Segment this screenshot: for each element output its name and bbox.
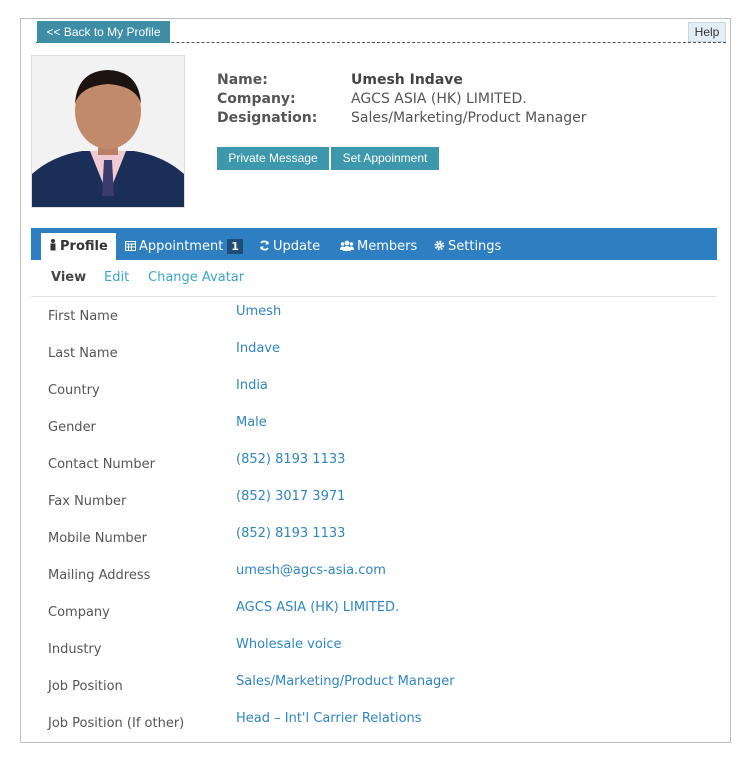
subnav-change-avatar[interactable]: Change Avatar bbox=[148, 270, 244, 285]
field-label: Industry bbox=[48, 642, 102, 657]
company-value: AGCS ASIA (HK) LIMITED. bbox=[351, 91, 527, 107]
field-label: Mailing Address bbox=[48, 568, 151, 583]
person-icon bbox=[50, 239, 56, 251]
field-value[interactable]: Wholesale voice bbox=[236, 637, 342, 652]
back-to-profile-button[interactable]: << Back to My Profile bbox=[37, 21, 170, 43]
field-value[interactable]: umesh@agcs-asia.com bbox=[236, 563, 386, 578]
designation-label: Designation: bbox=[217, 110, 318, 126]
field-label: First Name bbox=[48, 309, 118, 324]
field-value[interactable]: Head – Int'l Carrier Relations bbox=[236, 711, 422, 726]
tab-label: Update bbox=[273, 239, 321, 254]
field-label: Mobile Number bbox=[48, 531, 147, 546]
field-value[interactable]: India bbox=[236, 378, 268, 393]
subnav-view[interactable]: View bbox=[51, 270, 86, 285]
field-value[interactable]: (852) 8193 1133 bbox=[236, 526, 345, 541]
field-value[interactable]: Indave bbox=[236, 341, 280, 356]
appointment-count-badge: 1 bbox=[227, 239, 243, 254]
field-value[interactable]: (852) 3017 3971 bbox=[236, 489, 345, 504]
field-label: Country bbox=[48, 383, 100, 398]
field-label: Last Name bbox=[48, 346, 118, 361]
set-appointment-button[interactable]: Set Appoinment bbox=[331, 147, 439, 170]
field-value[interactable]: Umesh bbox=[236, 304, 281, 319]
name-value: Umesh Indave bbox=[351, 72, 463, 88]
tab-bar: Profile Appointment 1 Update Members Sett… bbox=[31, 228, 717, 260]
users-icon bbox=[340, 240, 354, 251]
tab-members[interactable]: Members bbox=[340, 233, 417, 260]
gear-icon bbox=[434, 240, 445, 251]
field-label: Gender bbox=[48, 420, 96, 435]
divider bbox=[31, 296, 717, 297]
refresh-icon bbox=[260, 240, 269, 251]
calendar-icon bbox=[125, 241, 136, 251]
field-label: Company bbox=[48, 605, 110, 620]
avatar bbox=[31, 55, 185, 208]
field-value[interactable]: (852) 8193 1133 bbox=[236, 452, 345, 467]
tab-label: Settings bbox=[448, 239, 502, 254]
designation-value: Sales/Marketing/Product Manager bbox=[351, 110, 587, 126]
field-label: Job Position (If other) bbox=[48, 716, 185, 731]
tab-profile[interactable]: Profile bbox=[41, 233, 116, 260]
tab-label: Profile bbox=[60, 239, 108, 254]
field-value[interactable]: Male bbox=[236, 415, 267, 430]
subnav-edit[interactable]: Edit bbox=[104, 270, 129, 285]
tab-label: Appointment bbox=[139, 239, 224, 254]
name-label: Name: bbox=[217, 72, 268, 88]
private-message-button[interactable]: Private Message bbox=[217, 147, 329, 170]
field-value[interactable]: Sales/Marketing/Product Manager bbox=[236, 674, 455, 689]
tab-update[interactable]: Update bbox=[259, 233, 320, 260]
tab-settings[interactable]: Settings bbox=[434, 233, 501, 260]
field-value[interactable]: AGCS ASIA (HK) LIMITED. bbox=[236, 600, 399, 615]
help-button[interactable]: Help bbox=[688, 22, 726, 42]
tab-label: Members bbox=[357, 239, 418, 254]
field-label: Contact Number bbox=[48, 457, 155, 472]
company-label: Company: bbox=[217, 91, 296, 107]
field-label: Job Position bbox=[48, 679, 123, 694]
field-label: Fax Number bbox=[48, 494, 127, 509]
tab-appointment[interactable]: Appointment 1 bbox=[125, 233, 243, 260]
